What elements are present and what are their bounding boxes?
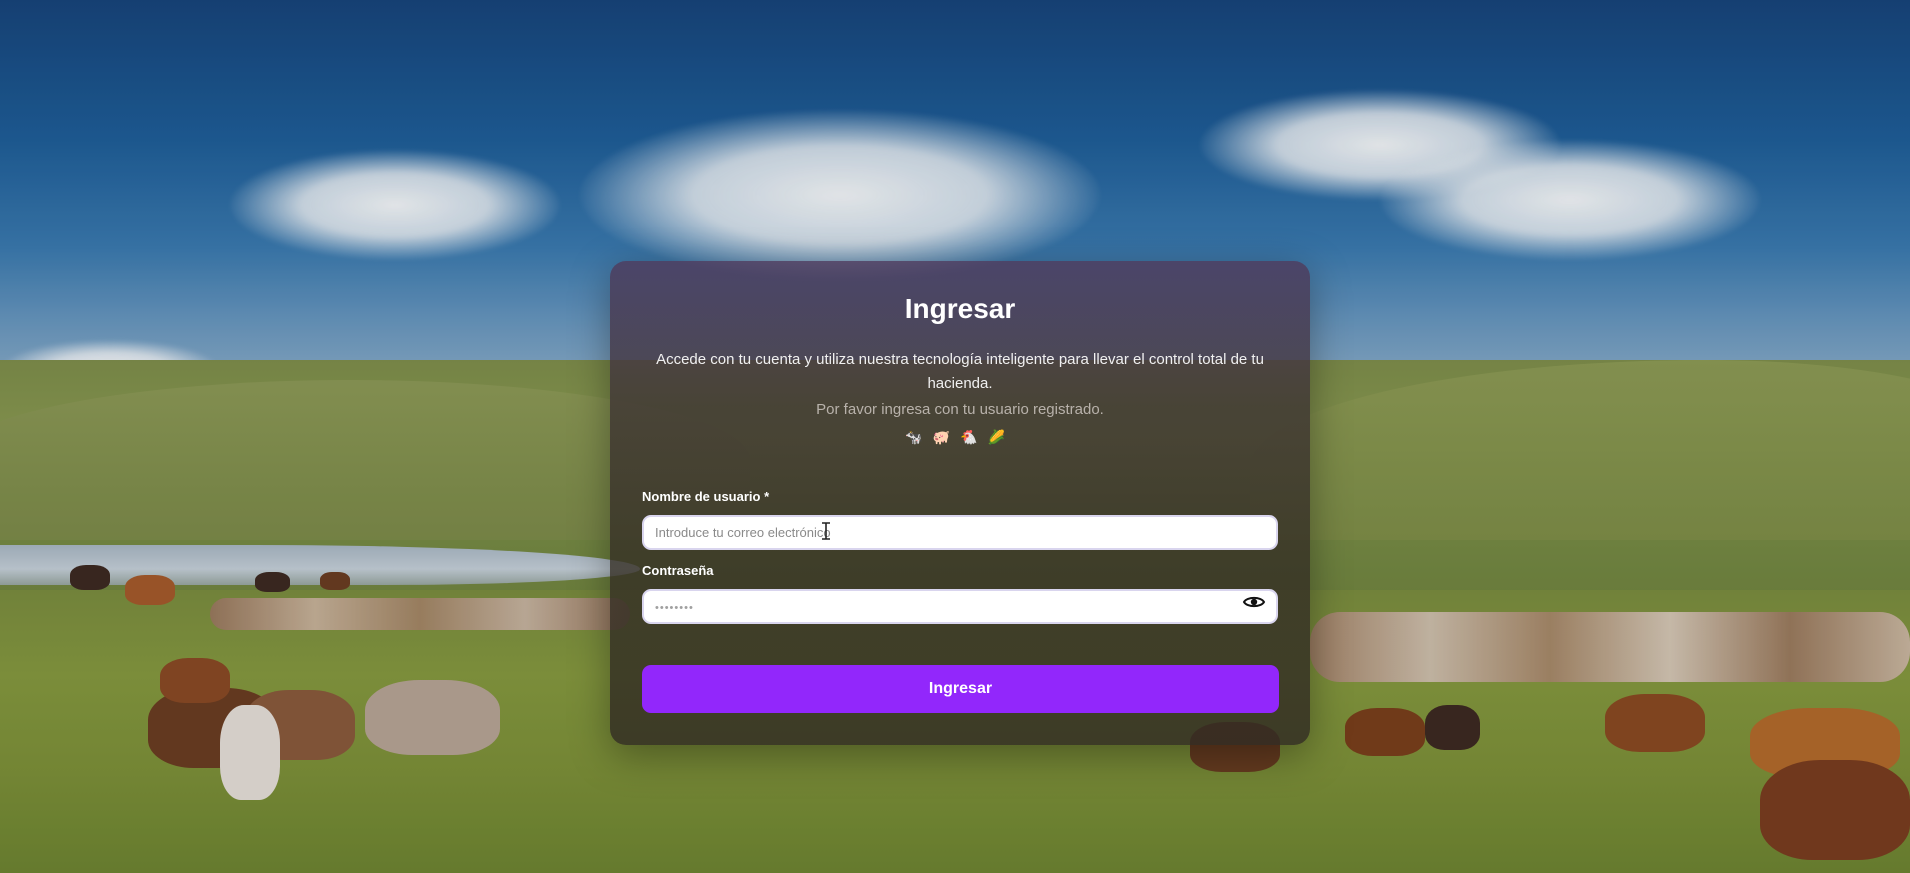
farm-icons-row: 🐄🐖🐔🌽 bbox=[610, 429, 1310, 446]
password-label: Contraseña bbox=[642, 563, 714, 578]
login-submit-button[interactable]: Ingresar bbox=[642, 665, 1279, 713]
login-hint: Por favor ingresa con tu usuario registr… bbox=[816, 401, 1104, 418]
show-password-icon[interactable] bbox=[1242, 590, 1266, 614]
login-page: Ingresar Accede con tu cuenta y utiliza … bbox=[0, 0, 1910, 873]
text-cursor-icon bbox=[822, 522, 830, 540]
chicken-icon: 🐔 bbox=[960, 429, 988, 445]
pig-icon: 🐖 bbox=[932, 429, 960, 445]
login-card: Ingresar Accede con tu cuenta y utiliza … bbox=[610, 261, 1310, 745]
login-description: Accede con tu cuenta y utiliza nuestra t… bbox=[656, 351, 1264, 392]
username-label: Nombre de usuario * bbox=[642, 489, 770, 504]
password-input[interactable] bbox=[642, 589, 1278, 624]
corn-icon: 🌽 bbox=[987, 429, 1015, 445]
username-input[interactable] bbox=[642, 515, 1278, 550]
cow-icon: 🐄 bbox=[905, 429, 933, 445]
login-title: Ingresar bbox=[904, 293, 1016, 324]
